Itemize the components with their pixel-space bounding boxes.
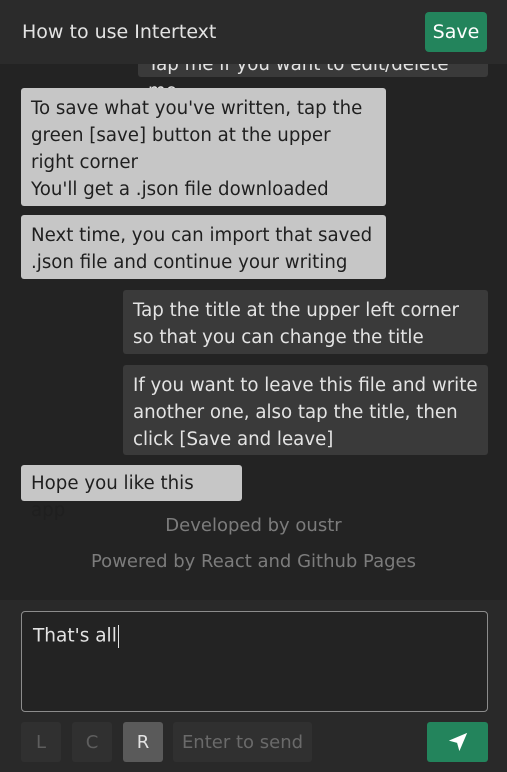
message-bubble[interactable]: Hope you like this app [21, 465, 242, 521]
save-button[interactable]: Save [425, 12, 487, 52]
message-bubble[interactable]: Tap the title at the upper left corner s… [123, 290, 488, 354]
align-right-button[interactable]: R [123, 722, 163, 762]
message-list[interactable]: Tap me if you want to edit/delete me To … [0, 64, 507, 600]
message-bubble[interactable]: If you want to leave this file and write… [123, 365, 488, 455]
align-left-button[interactable]: L [21, 722, 61, 762]
powered-by-credit: Powered by React and Github Pages [90, 551, 417, 572]
send-button[interactable] [427, 722, 488, 762]
text-caret [117, 625, 120, 648]
align-center-button[interactable]: C [72, 722, 112, 762]
developer-credit: Developed by oustr [165, 515, 342, 536]
send-hint-toggle[interactable]: Enter to send [173, 722, 312, 762]
message-bubble[interactable]: Next time, you can import that saved .js… [21, 215, 386, 279]
app-header: How to use Intertext Save [0, 0, 507, 64]
document-title[interactable]: How to use Intertext [22, 21, 216, 43]
message-bubble[interactable]: To save what you've written, tap the gre… [21, 88, 386, 206]
message-input-text: That's all [33, 625, 117, 647]
message-bubble[interactable]: Tap me if you want to edit/delete me [138, 64, 488, 102]
composer-panel: That's all L C R Enter to send [0, 600, 507, 772]
send-arrow-icon [448, 732, 467, 752]
message-input[interactable]: That's all [21, 611, 488, 712]
